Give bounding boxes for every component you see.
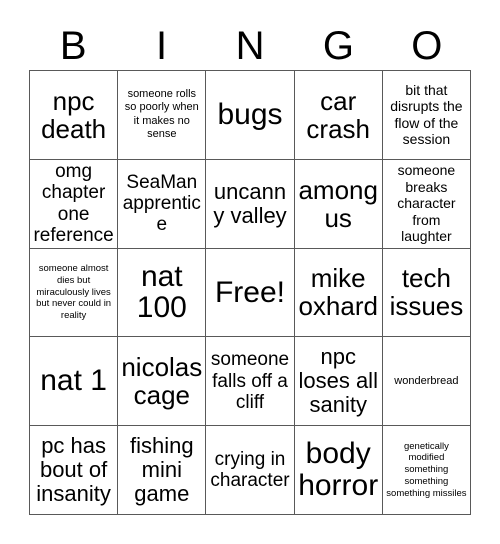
- bingo-cell-n1-label: bugs: [217, 98, 283, 131]
- bingo-cell-n4[interactable]: someone falls off a cliff: [206, 337, 295, 427]
- bingo-cell-o5-label: genetically modified something something…: [386, 440, 467, 499]
- bingo-cell-o1-label: bit that disrupts the flow of the sessio…: [390, 81, 463, 148]
- bingo-cell-o3[interactable]: tech issues: [382, 248, 472, 338]
- bingo-cell-b4-label: nat 1: [40, 364, 107, 398]
- bingo-cell-i1-label: someone rolls so poorly when it makes no…: [124, 88, 199, 141]
- bingo-cell-g3[interactable]: mike oxhard: [294, 248, 383, 338]
- bingo-cell-o4[interactable]: wonderbread: [382, 337, 472, 427]
- bingo-header-letter-i: I: [156, 24, 168, 68]
- bingo-cell-b1[interactable]: npc death: [30, 71, 119, 160]
- bingo-cell-o2[interactable]: someone breaks character from laughter: [382, 159, 472, 249]
- bingo-cell-n5-label: crying in character: [210, 448, 290, 492]
- bingo-header-letter-n: N: [235, 24, 265, 68]
- bingo-cell-o5[interactable]: genetically modified something something…: [382, 426, 472, 515]
- bingo-grid: npc death someone rolls so poorly when i…: [29, 70, 472, 515]
- bingo-row-2: omg chapter one reference SeaMan apprent…: [30, 159, 472, 249]
- bingo-cell-g5-label: body horror: [298, 437, 379, 503]
- bingo-cell-free-space[interactable]: Free!: [206, 248, 295, 338]
- bingo-cell-g3-label: mike oxhard: [298, 263, 378, 322]
- bingo-row-5: pc has bout of insanity fishing mini gam…: [30, 426, 472, 515]
- bingo-cell-i4-label: nicolas cage: [121, 352, 203, 411]
- bingo-row-3: someone almost dies but miraculously liv…: [30, 248, 472, 338]
- bingo-cell-free-space-label: Free!: [214, 275, 286, 309]
- bingo-cell-i4[interactable]: nicolas cage: [118, 337, 207, 427]
- bingo-cell-b5-label: pc has bout of insanity: [36, 432, 111, 507]
- bingo-cell-i3[interactable]: nat 100: [118, 248, 207, 338]
- bingo-row-1: npc death someone rolls so poorly when i…: [30, 71, 472, 160]
- bingo-cell-i5[interactable]: fishing mini game: [118, 426, 207, 515]
- bingo-cell-g2-label: among us: [298, 174, 378, 233]
- bingo-cell-n4-label: someone falls off a cliff: [210, 349, 290, 413]
- bingo-cell-o2-label: someone breaks character from laughter: [397, 162, 456, 245]
- bingo-cell-b1-label: npc death: [41, 85, 107, 144]
- bingo-card: B I N G O npc death someone rolls so poo…: [0, 0, 500, 544]
- bingo-cell-g5[interactable]: body horror: [294, 426, 383, 515]
- bingo-cell-b4[interactable]: nat 1: [30, 337, 119, 427]
- bingo-cell-g1[interactable]: car crash: [294, 71, 383, 160]
- bingo-cell-n5[interactable]: crying in character: [206, 426, 295, 515]
- bingo-cell-n2-label: uncanny valley: [213, 178, 287, 228]
- bingo-cell-n2[interactable]: uncanny valley: [206, 159, 295, 249]
- bingo-cell-i5-label: fishing mini game: [130, 432, 194, 507]
- bingo-cell-b2-label: omg chapter one reference: [33, 161, 114, 246]
- bingo-cell-b3[interactable]: someone almost dies but miraculously liv…: [30, 248, 119, 338]
- bingo-cell-n1[interactable]: bugs: [206, 71, 295, 160]
- bingo-cell-i3-label: nat 100: [136, 259, 187, 325]
- bingo-cell-o4-label: wonderbread: [394, 374, 459, 387]
- bingo-cell-g2[interactable]: among us: [294, 159, 383, 249]
- bingo-cell-i2[interactable]: SeaMan apprentice: [118, 159, 207, 249]
- bingo-cell-g1-label: car crash: [306, 85, 370, 144]
- bingo-cell-g4[interactable]: npc loses all sanity: [294, 337, 383, 427]
- bingo-cell-b2[interactable]: omg chapter one reference: [30, 159, 119, 249]
- bingo-header-letter-b: B: [59, 24, 87, 68]
- bingo-cell-i2-label: SeaMan apprentice: [122, 171, 201, 236]
- bingo-cell-o3-label: tech issues: [389, 263, 464, 322]
- bingo-header: B I N G O: [29, 22, 471, 70]
- bingo-cell-i1[interactable]: someone rolls so poorly when it makes no…: [118, 71, 207, 160]
- bingo-cell-b5[interactable]: pc has bout of insanity: [30, 426, 119, 515]
- bingo-header-letter-g: G: [322, 24, 354, 68]
- bingo-cell-o1[interactable]: bit that disrupts the flow of the sessio…: [382, 71, 472, 160]
- bingo-cell-b3-label: someone almost dies but miraculously liv…: [36, 263, 112, 322]
- bingo-row-4: nat 1 nicolas cage someone falls off a c…: [30, 337, 472, 427]
- bingo-header-letter-o: O: [411, 24, 443, 68]
- bingo-cell-g4-label: npc loses all sanity: [298, 344, 378, 418]
